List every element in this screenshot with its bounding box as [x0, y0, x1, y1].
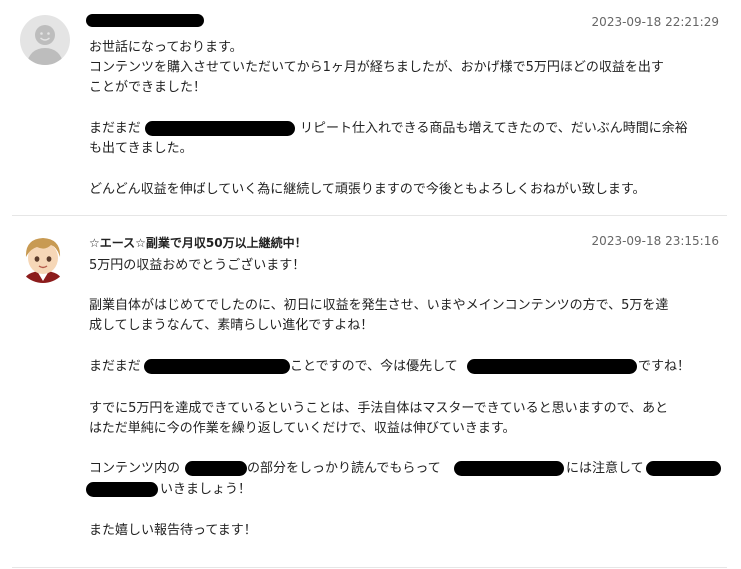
comment-text-line: 成してしまうなんて、素晴らしい進化ですよね！ [89, 318, 374, 333]
cartoon-face-icon [23, 238, 63, 283]
redacted-username [86, 14, 204, 27]
comment-text-line: まだまだ [89, 121, 141, 136]
comment-text-line: リピート仕入れできる商品も増えてきたので、だいぶん時間に余裕 [300, 121, 688, 136]
comment-text-line: すでに5万円を達成できているということは、手法自体はマスターできていると思います… [89, 401, 669, 416]
comment-text-line: コンテンツを購入させていただいてから1ヶ月が経ちましたが、おかげ様で5万円ほどの… [89, 60, 664, 75]
comment-text-line: ことですので、今は優先して [290, 359, 458, 374]
redacted-text [467, 359, 637, 374]
user-placeholder-icon [26, 25, 64, 65]
comment-text-line: ことができました！ [89, 80, 207, 95]
comment-author-name[interactable]: ☆エース☆副業で月収50万以上継続中！ [89, 234, 307, 251]
author-avatar[interactable] [17, 231, 69, 283]
comment-text-line: いきましょう！ [160, 482, 252, 497]
comment-text-line: どんどん収益を伸ばしていく為に継続して頑張りますので今後ともよろしくおねがい致し… [89, 182, 646, 197]
comment-text-line: また嬉しい報告待ってます！ [89, 523, 257, 538]
redacted-text [86, 482, 158, 497]
redacted-text [185, 461, 247, 476]
comment-text-line: コンテンツ内の [89, 461, 181, 476]
redacted-text [454, 461, 564, 476]
comment-text-line: はただ単純に今の作業を繰り返していくだけで、収益は伸びていきます。 [89, 421, 516, 436]
comment-text-line: 5万円の収益おめでとうございます！ [89, 258, 306, 273]
redacted-text [144, 359, 290, 374]
comment-text-line: も出てきました。 [89, 141, 193, 156]
comment-divider [12, 567, 727, 568]
comment-text-line: まだまだ [89, 359, 141, 374]
default-avatar[interactable] [20, 15, 70, 65]
comment-timestamp: 2023-09-18 23:15:16 [591, 234, 719, 248]
comment-text-line: お世話になっております。 [89, 40, 243, 55]
comment-text-line: の部分をしっかり読んでもらって [247, 461, 441, 476]
comment-text-line: には注意して [566, 461, 644, 476]
comment-timestamp: 2023-09-18 22:21:29 [591, 15, 719, 29]
redacted-text [145, 121, 295, 136]
comment-divider [12, 215, 727, 216]
redacted-text [646, 461, 721, 476]
comment-text-line: ですね！ [638, 359, 691, 374]
comment-text-line: 副業自体がはじめてでしたのに、初日に収益を発生させ、いまやメインコンテンツの方で… [89, 298, 669, 313]
